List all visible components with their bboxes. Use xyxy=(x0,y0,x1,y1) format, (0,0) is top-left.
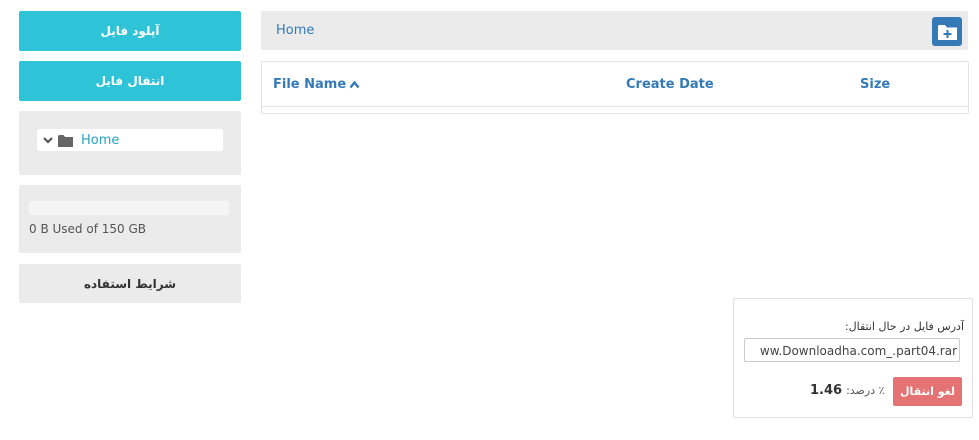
column-header-size[interactable]: Size xyxy=(860,77,890,92)
transfer-percent-label: ٪ درصد: xyxy=(846,384,885,397)
transfer-file-button[interactable]: انتقال فایل xyxy=(19,61,241,101)
cancel-transfer-button[interactable]: لغو انتقال xyxy=(893,377,962,406)
folder-tree-panel: Home xyxy=(19,111,241,175)
storage-progress-bar xyxy=(29,201,229,215)
column-header-file-name[interactable]: File Name xyxy=(273,77,360,92)
folder-icon xyxy=(58,134,73,147)
tree-node-home[interactable]: Home xyxy=(37,129,223,151)
table-header: File Name Create Date Size xyxy=(262,62,968,107)
storage-panel: 0 B Used of 150 GB xyxy=(19,185,241,253)
folder-plus-icon xyxy=(937,24,957,40)
transfer-url-field[interactable]: ww.Downloadha.com_.part04.rar xyxy=(744,338,960,362)
new-folder-button[interactable] xyxy=(932,17,962,46)
storage-usage-text: 0 B Used of 150 GB xyxy=(29,222,146,236)
chevron-down-icon[interactable] xyxy=(42,134,54,146)
terms-of-use-button[interactable]: شرایط استفاده xyxy=(19,264,241,303)
tree-node-label: Home xyxy=(81,132,120,148)
column-header-create-date[interactable]: Create Date xyxy=(626,77,714,92)
transfer-percent-value: 1.46 xyxy=(810,383,843,398)
breadcrumb-home[interactable]: Home xyxy=(276,23,314,38)
transfer-url-label: آدرس فایل در حال انتقال: xyxy=(844,320,964,333)
transfer-progress-panel: آدرس فایل در حال انتقال: ww.Downloadha.c… xyxy=(733,298,973,418)
sort-ascending-icon xyxy=(349,80,360,89)
file-table: File Name Create Date Size xyxy=(261,61,969,114)
upload-file-button[interactable]: آپلود فایل xyxy=(19,11,241,51)
breadcrumb: Home xyxy=(261,11,968,50)
transfer-percent: ٪ درصد: 1.46 xyxy=(810,383,885,398)
